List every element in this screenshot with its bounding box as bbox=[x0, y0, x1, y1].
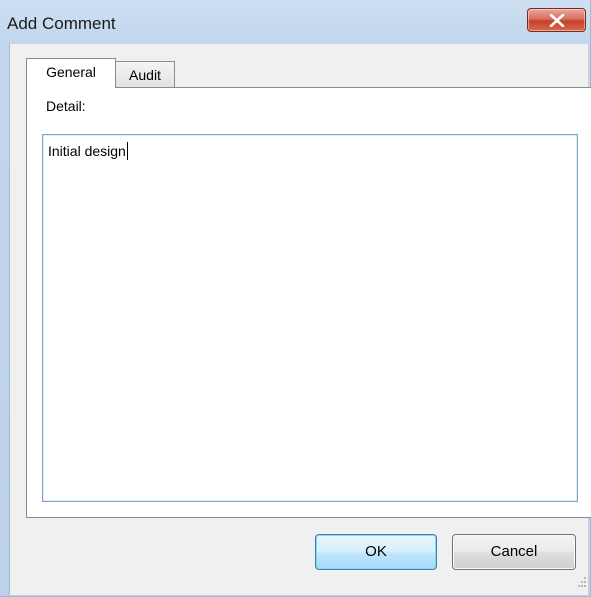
ok-button[interactable]: OK bbox=[315, 534, 437, 570]
text-caret bbox=[126, 142, 128, 160]
tab-general[interactable]: General bbox=[26, 58, 116, 88]
detail-textarea[interactable]: Initial design bbox=[42, 134, 578, 502]
dialog-client-area: General Audit Detail: Initial design OK … bbox=[9, 44, 591, 595]
add-comment-dialog: Add Comment General Audit Detail: Initia… bbox=[0, 0, 591, 597]
close-x-icon bbox=[549, 14, 565, 27]
tab-audit-label: Audit bbox=[129, 67, 161, 83]
close-button[interactable] bbox=[527, 8, 586, 32]
general-tab-panel: Detail: Initial design bbox=[26, 87, 591, 518]
cancel-button[interactable]: Cancel bbox=[452, 534, 576, 570]
resize-grip-icon[interactable] bbox=[576, 577, 586, 587]
tab-general-label: General bbox=[46, 64, 96, 80]
detail-text-value: Initial design bbox=[48, 143, 126, 159]
tab-audit[interactable]: Audit bbox=[115, 61, 175, 87]
detail-label: Detail: bbox=[46, 98, 86, 114]
window-title: Add Comment bbox=[7, 14, 116, 33]
title-bar[interactable]: Add Comment bbox=[0, 0, 591, 44]
